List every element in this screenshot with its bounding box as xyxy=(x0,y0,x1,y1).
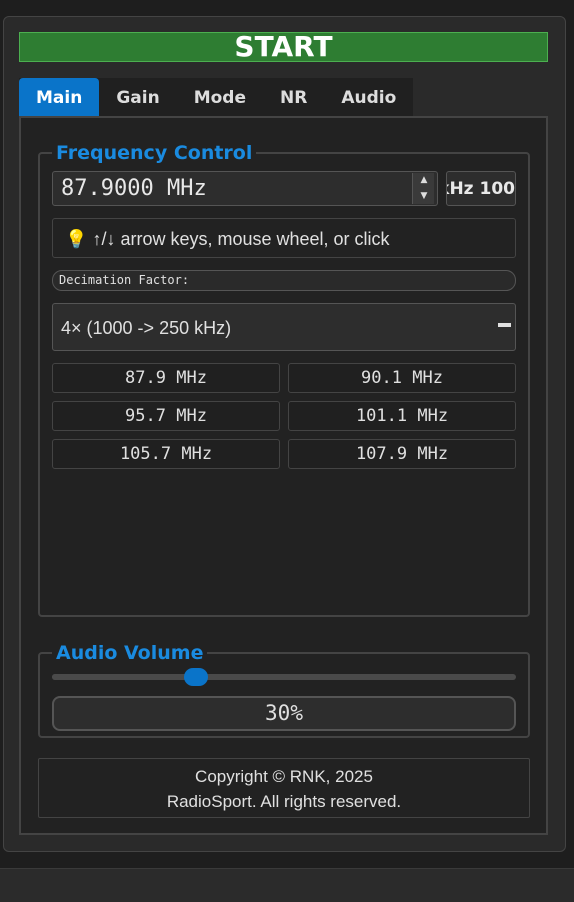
frequency-spinner[interactable]: ▲ ▼ xyxy=(412,173,434,204)
start-button[interactable]: START xyxy=(19,32,548,62)
preset-button[interactable]: 95.7 MHz xyxy=(52,401,280,431)
decimation-label: Decimation Factor: xyxy=(52,270,516,291)
preset-button[interactable]: 105.7 MHz xyxy=(52,439,280,469)
copyright-line: Copyright © RNK, 2025 xyxy=(195,767,373,786)
volume-value: 30% xyxy=(52,696,516,731)
preset-button[interactable]: 90.1 MHz xyxy=(288,363,516,393)
tab-main[interactable]: Main xyxy=(19,78,100,116)
tuning-hint-text: ↑/↓ arrow keys, mouse wheel, or click xyxy=(92,229,390,249)
volume-slider-fill xyxy=(52,674,196,680)
step-size-select[interactable]: 100 kHz xyxy=(446,171,516,206)
tab-gain[interactable]: Gain xyxy=(99,78,177,116)
volume-slider-thumb[interactable] xyxy=(184,668,208,686)
copyright-footer: Copyright © RNK, 2025 RadioSport. All ri… xyxy=(38,758,530,818)
lightbulb-icon: 💡 xyxy=(65,229,88,249)
bottom-bar xyxy=(0,868,574,902)
volume-slider[interactable] xyxy=(52,668,516,686)
tab-audio[interactable]: Audio xyxy=(324,78,414,116)
decimation-select[interactable]: 4× (1000 -> 250 kHz) xyxy=(52,303,516,351)
preset-button[interactable]: 107.9 MHz xyxy=(288,439,516,469)
spin-up-icon[interactable]: ▲ xyxy=(413,173,435,188)
dropdown-icon xyxy=(498,323,511,327)
tab-mode[interactable]: Mode xyxy=(176,78,263,116)
preset-button[interactable]: 87.9 MHz xyxy=(52,363,280,393)
frequency-control-legend: Frequency Control xyxy=(56,142,253,164)
preset-button[interactable]: 101.1 MHz xyxy=(288,401,516,431)
decimation-selected-value: 4× (1000 -> 250 kHz) xyxy=(61,318,232,338)
tuning-hint: 💡 ↑/↓ arrow keys, mouse wheel, or click xyxy=(52,218,516,258)
audio-volume-legend: Audio Volume xyxy=(56,642,204,664)
frequency-input[interactable]: 87.9000 MHz xyxy=(52,171,438,206)
tab-bar: Main Gain Mode NR Audio xyxy=(19,78,414,116)
tab-nr[interactable]: NR xyxy=(262,78,325,116)
rights-line: RadioSport. All rights reserved. xyxy=(166,792,402,811)
spin-down-icon[interactable]: ▼ xyxy=(413,189,435,204)
